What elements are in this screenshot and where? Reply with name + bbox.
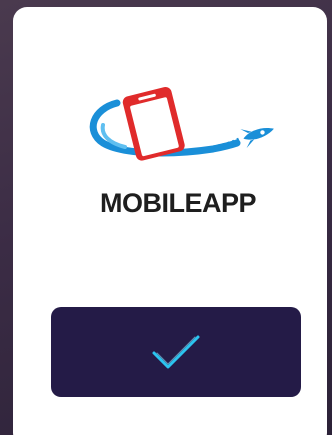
app-logo: MOBILEAPP xyxy=(73,85,293,225)
checkmark-icon xyxy=(152,335,200,369)
app-wordmark: MOBILEAPP xyxy=(99,188,257,218)
mobile-rocket-logo-icon xyxy=(89,86,274,161)
confirm-button[interactable] xyxy=(51,307,301,397)
dialog-card: MOBILEAPP xyxy=(13,7,327,435)
